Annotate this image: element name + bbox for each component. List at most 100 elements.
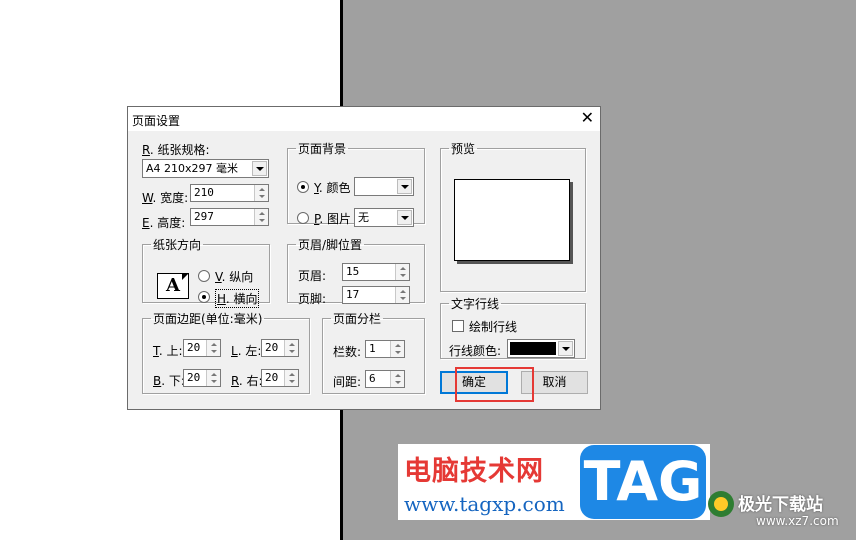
- margins-group: 页面边距(单位:毫米) T. 上: 20 L. 左: 20 B. 下: 20 R…: [142, 310, 310, 394]
- column-count-input[interactable]: 1: [365, 340, 405, 358]
- column-count-label: 栏数:: [333, 345, 362, 359]
- portrait-label-text: . 纵向: [221, 270, 254, 284]
- text-lines-group: 文字行线 绘制行线 行线颜色:: [440, 295, 586, 359]
- footer-position-label: 页脚:: [298, 292, 327, 306]
- margin-right-spinner[interactable]: [284, 370, 298, 386]
- watermark-site-title: 电脑技术网: [404, 456, 544, 487]
- column-spacing-spinner[interactable]: [390, 371, 404, 387]
- margin-top-label: T. 上:: [153, 342, 183, 359]
- width-input[interactable]: 210: [190, 184, 269, 202]
- margin-right-label: R. 右:: [231, 372, 263, 389]
- chevron-down-icon[interactable]: [397, 210, 412, 225]
- margin-bottom-spinner[interactable]: [206, 370, 220, 386]
- header-footer-group: 页眉/脚位置 页眉: 15 页脚: 17: [287, 236, 425, 306]
- width-spinner[interactable]: [254, 185, 268, 201]
- column-spacing-label: 间距:: [333, 375, 362, 389]
- watermark-tag-logo: TAG: [580, 445, 706, 519]
- paper-size-key: R: [142, 143, 150, 157]
- margin-top-input[interactable]: 20: [183, 339, 221, 357]
- landscape-label-text: . 横向: [225, 292, 258, 306]
- margin-top-value: 20: [187, 341, 201, 354]
- background-image-value: 无: [358, 211, 369, 224]
- height-value: 297: [194, 210, 214, 223]
- margin-top-spinner[interactable]: [206, 340, 220, 356]
- chevron-down-icon[interactable]: [558, 341, 573, 356]
- margin-bottom-label: B. 下:: [153, 372, 185, 389]
- margin-right-key: R: [231, 374, 239, 388]
- background-color-swatch: [356, 179, 396, 194]
- background-image-label-text: . 图片: [319, 212, 352, 226]
- dialog-titlebar[interactable]: 页面设置 ✕: [128, 107, 600, 131]
- draw-lines-label: 绘制行线: [469, 320, 518, 334]
- header-position-spinner[interactable]: [395, 264, 409, 280]
- background-image-label: P. 图片: [314, 210, 351, 227]
- background-color-label-text: . 颜色: [318, 181, 351, 195]
- height-key: E: [142, 216, 150, 230]
- width-label: W. 宽度:: [142, 189, 188, 206]
- footer-position-value: 17: [346, 288, 360, 301]
- watermark-aurora-icon: [708, 491, 734, 517]
- background-color-radio[interactable]: [297, 181, 309, 193]
- watermark-site-url: www.tagxp.com: [404, 492, 565, 516]
- chevron-down-icon[interactable]: [397, 179, 412, 194]
- margin-left-label: L. 左:: [231, 342, 261, 359]
- margin-bottom-label-text: . 下:: [161, 374, 185, 388]
- margin-left-spinner[interactable]: [284, 340, 298, 356]
- column-count-spinner[interactable]: [390, 341, 404, 357]
- draw-lines-checkbox[interactable]: [452, 320, 464, 332]
- text-lines-legend: 文字行线: [451, 297, 500, 311]
- close-icon[interactable]: ✕: [581, 108, 594, 128]
- line-color-label: 行线颜色:: [449, 344, 502, 358]
- footer-position-input[interactable]: 17: [342, 286, 410, 304]
- column-spacing-input[interactable]: 6: [365, 370, 405, 388]
- header-footer-legend: 页眉/脚位置: [298, 238, 363, 252]
- header-position-value: 15: [346, 265, 360, 278]
- paper-size-select[interactable]: A4 210x297 毫米: [142, 159, 269, 178]
- margin-bottom-key: B: [153, 374, 162, 388]
- column-spacing-value: 6: [369, 372, 376, 385]
- margin-bottom-value: 20: [187, 371, 201, 384]
- line-color-swatch: [510, 342, 556, 355]
- margin-left-key: L: [231, 344, 238, 358]
- height-spinner[interactable]: [254, 209, 268, 225]
- columns-legend: 页面分栏: [333, 312, 382, 326]
- width-label-text: . 宽度:: [152, 191, 189, 205]
- margin-left-label-text: . 左:: [237, 344, 262, 358]
- margin-bottom-input[interactable]: 20: [183, 369, 221, 387]
- height-label-text: . 高度:: [149, 216, 186, 230]
- background-color-select[interactable]: [354, 177, 414, 196]
- background-image-radio[interactable]: [297, 212, 309, 224]
- margin-left-input[interactable]: 20: [261, 339, 299, 357]
- margin-top-label-text: . 上:: [158, 344, 183, 358]
- column-count-value: 1: [369, 342, 376, 355]
- height-label: E. 高度:: [142, 214, 185, 231]
- page-background-group: 页面背景 Y. 颜色 P. 图片 无: [287, 140, 425, 227]
- height-input[interactable]: 297: [190, 208, 269, 226]
- margin-right-label-text: . 右:: [238, 374, 263, 388]
- margins-legend: 页面边距(单位:毫米): [153, 312, 263, 326]
- background-color-label: Y. 颜色: [314, 179, 351, 196]
- footer-position-spinner[interactable]: [395, 287, 409, 303]
- watermark-download-site-url: www.xz7.com: [756, 514, 839, 528]
- page-orientation-icon: A: [157, 273, 189, 299]
- portrait-label: V. 纵向: [215, 268, 253, 285]
- header-position-input[interactable]: 15: [342, 263, 410, 281]
- landscape-radio[interactable]: [198, 291, 210, 303]
- portrait-key: V: [215, 270, 222, 284]
- page-background-legend: 页面背景: [298, 142, 347, 156]
- margin-left-value: 20: [265, 341, 279, 354]
- preview-page: [454, 179, 570, 261]
- portrait-radio[interactable]: [198, 270, 210, 282]
- orientation-group: 纸张方向 A V. 纵向 H. 横向: [142, 236, 270, 308]
- ok-button[interactable]: 确定: [440, 371, 508, 394]
- landscape-key: H: [217, 292, 226, 306]
- chevron-down-icon[interactable]: [252, 161, 267, 176]
- cancel-button[interactable]: 取消: [521, 371, 588, 394]
- header-position-label: 页眉:: [298, 269, 327, 283]
- margin-right-input[interactable]: 20: [261, 369, 299, 387]
- paper-size-label: R. 纸张规格:: [142, 141, 210, 158]
- background-image-select[interactable]: 无: [354, 208, 414, 227]
- paper-size-label-text: . 纸张规格:: [149, 143, 210, 157]
- paper-size-value: A4 210x297 毫米: [146, 162, 239, 175]
- line-color-select[interactable]: [507, 339, 575, 358]
